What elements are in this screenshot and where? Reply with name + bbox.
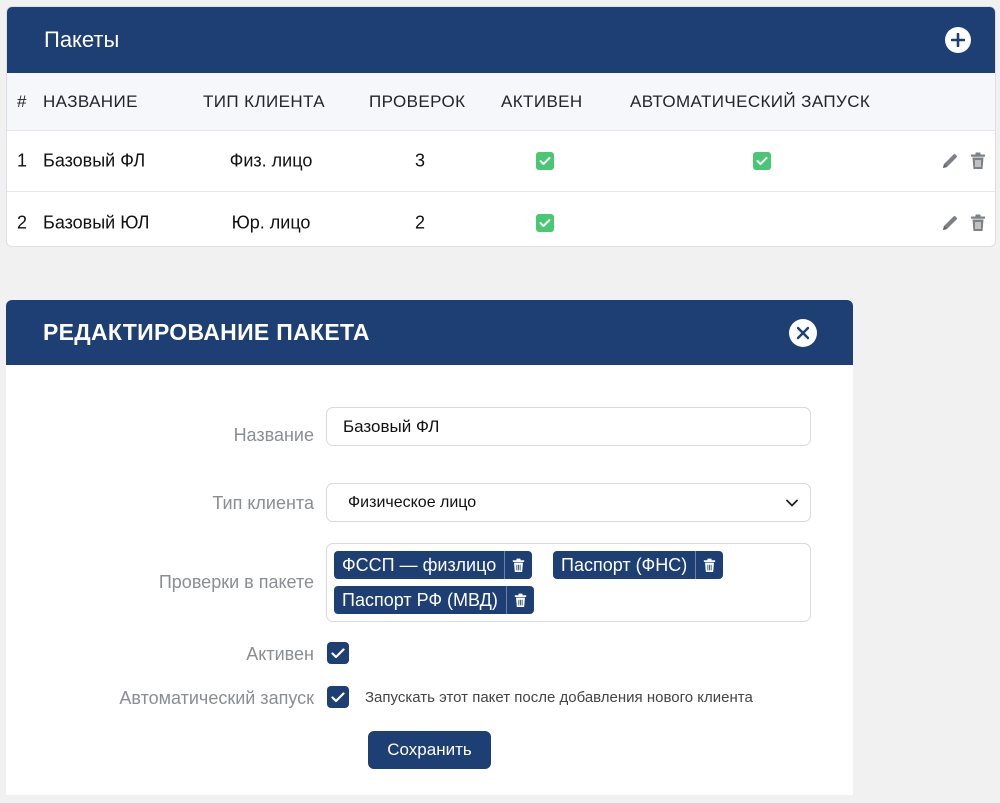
trash-icon [514,593,527,607]
remove-check-button[interactable] [505,586,534,614]
col-active: АКТИВЕН [501,91,583,111]
col-name: НАЗВАНИЕ [43,91,138,111]
auto-start-hint: Запускать этот пакет после добавления но… [365,689,753,706]
edit-button[interactable] [941,151,959,171]
check-tag: Паспорт РФ (МВД) [334,586,534,614]
pencil-icon [943,215,957,230]
client-type-value: Физическое лицо [348,493,477,511]
checks-tag-input[interactable]: ФССП — физлицо Паспорт (ФНС) Паспорт РФ … [326,543,811,622]
packages-header: Пакеты [7,7,995,73]
pencil-icon [943,154,957,168]
row-num: 1 [17,150,28,171]
row-actions [941,213,987,233]
packages-card: Пакеты # НАЗВАНИЕ ТИП КЛИЕНТА ПРОВЕРОК А… [6,6,996,247]
remove-check-button[interactable] [695,551,723,579]
name-label: Название [233,425,314,445]
row-active-indicator [536,213,554,232]
col-auto-start: АВТОМАТИЧЕСКИЙ ЗАПУСК [630,91,871,111]
row-checks-count: 2 [414,212,426,232]
check-icon [753,152,771,170]
check-icon [331,647,345,658]
table-header: # НАЗВАНИЕ ТИП КЛИЕНТА ПРОВЕРОК АКТИВЕН … [7,73,995,131]
row-client-type: Физ. лицо [229,150,313,171]
check-icon [331,691,345,702]
table-row[interactable]: 2 Базовый ЮЛ Юр. лицо 2 [7,192,995,246]
packages-title: Пакеты [44,27,120,52]
save-button[interactable]: Сохранить [368,731,491,769]
row-actions [941,151,987,171]
active-checkbox[interactable] [327,642,349,664]
trash-icon [971,152,985,169]
checks-label: Проверки в пакете [158,572,314,592]
delete-button[interactable] [969,213,987,233]
chevron-down-icon [786,499,798,506]
check-tag: ФССП — физлицо [334,551,533,579]
check-tag: Паспорт (ФНС) [553,551,724,579]
edit-button[interactable] [941,213,959,233]
modal-title: РЕДАКТИРОВАНИЕ ПАКЕТА [43,319,370,345]
check-tag-label: Паспорт (ФНС) [561,554,688,575]
check-tag-label: Паспорт РФ (МВД) [342,589,498,610]
col-checks: ПРОВЕРОК [369,91,466,111]
check-icon [536,152,554,170]
trash-icon [704,558,716,572]
auto-start-checkbox[interactable] [327,686,349,708]
row-name: Базовый ЮЛ [43,212,150,232]
row-checks-count: 3 [414,150,426,171]
close-icon [796,326,810,339]
name-input[interactable] [326,407,811,446]
col-client-type: ТИП КЛИЕНТА [203,91,325,111]
trash-icon [513,558,525,572]
check-icon [536,213,554,232]
delete-button[interactable] [969,151,987,171]
row-auto-start-indicator [753,152,771,170]
plus-icon [951,33,965,47]
col-num: # [17,91,27,111]
client-type-select[interactable]: Физическое лицо [326,483,811,522]
row-name: Базовый ФЛ [43,150,146,171]
close-button[interactable] [789,318,817,347]
edit-package-modal: РЕДАКТИРОВАНИЕ ПАКЕТА Название Тип клиен… [6,300,853,795]
client-type-label: Тип клиента [212,493,314,513]
check-tag-label: ФССП — физлицо [342,554,497,575]
remove-check-button[interactable] [504,551,532,579]
trash-icon [971,214,985,231]
auto-start-label: Автоматический запуск [119,688,314,708]
modal-header: РЕДАКТИРОВАНИЕ ПАКЕТА [6,300,853,365]
add-package-button[interactable] [945,27,971,53]
row-active-indicator [536,152,554,170]
table-row[interactable]: 1 Базовый ФЛ Физ. лицо 3 [7,131,995,192]
row-client-type: Юр. лицо [231,212,311,232]
row-num: 2 [17,212,28,232]
active-label: Активен [246,644,314,664]
